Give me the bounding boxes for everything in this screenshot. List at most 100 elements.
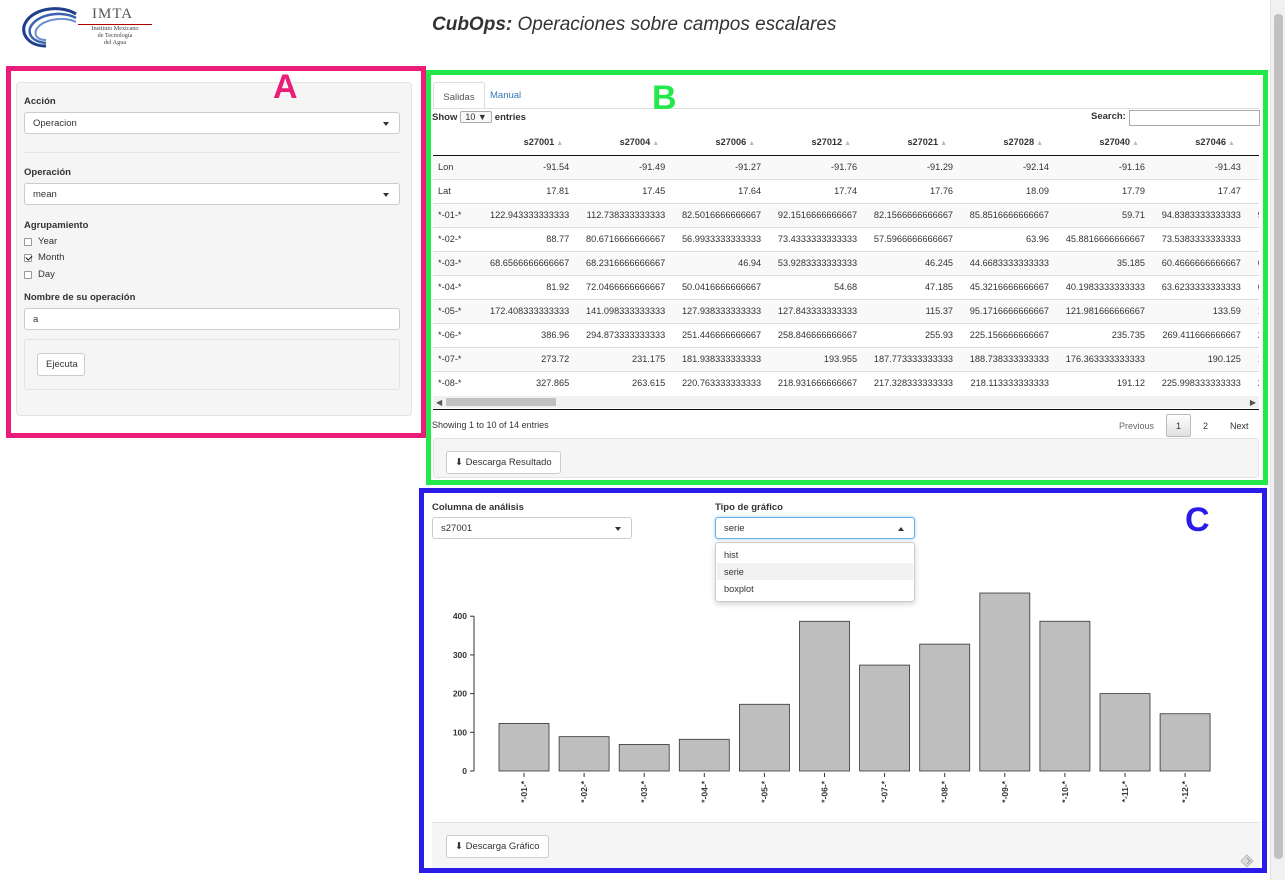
column-header[interactable]: s27046 ▲ <box>1148 130 1245 156</box>
column-header[interactable]: s27001 ▲ <box>477 130 574 156</box>
table-cell: 258.846666666667 <box>765 322 862 347</box>
table-cell: 60.4666666666667 <box>1148 250 1245 275</box>
checkbox-label: Year <box>38 236 58 247</box>
table-cell: -91.54 <box>543 162 570 172</box>
sort-icon[interactable]: ▲ <box>1036 140 1043 147</box>
table-cell: 236.403333333333 <box>1244 370 1259 395</box>
checkbox-icon[interactable] <box>24 270 32 279</box>
scroll-left-icon[interactable]: ◀ <box>436 398 442 407</box>
table-cell: 218.113333333333 <box>957 370 1053 395</box>
operacion-select-value: mean <box>33 189 57 200</box>
nombre-label: Nombre de su operación <box>24 292 136 303</box>
table-cell: 127.938333333333 <box>669 298 766 323</box>
dropdown-option-boxplot[interactable]: boxplot <box>717 580 913 597</box>
table-cell: 273.72 <box>477 346 574 371</box>
table-row: *-05-* 172.408333333333 141.098333333333 12… <box>433 298 1259 323</box>
table-row: *-01-* 122.943333333333 112.738333333333 82… <box>433 202 1259 227</box>
table-cell: 88.77 <box>477 226 574 251</box>
download-icon: ⬇ <box>455 841 463 852</box>
pagination-previous[interactable]: Previous <box>1119 421 1154 431</box>
pagination-next[interactable]: Next <box>1230 421 1249 431</box>
table-cell: 45.8816666666667 <box>1053 226 1149 251</box>
table-info: Showing 1 to 10 of 14 entries <box>432 420 549 430</box>
table-cell: 54.68 <box>765 274 862 299</box>
tab-manual[interactable]: Manual <box>490 90 521 101</box>
table-cell: 80.6716666666667 <box>573 226 670 251</box>
entries-select[interactable]: 10 ▼ <box>460 111 492 123</box>
table-cell: -91.49 <box>639 162 666 172</box>
checkbox-year[interactable]: Year <box>24 236 57 247</box>
dropdown-option-serie[interactable]: serie <box>717 563 913 580</box>
checkbox-month[interactable]: Month <box>24 252 64 263</box>
table-cell: 35.185 <box>1053 250 1149 275</box>
tab-salidas[interactable]: Salidas <box>433 82 485 109</box>
chevron-down-icon <box>383 122 389 126</box>
tipo-select[interactable]: serie <box>715 517 915 539</box>
search-input[interactable] <box>1129 110 1260 126</box>
table-cell: 190.125 <box>1148 346 1245 371</box>
column-header[interactable]: s27004 ▲ <box>573 130 670 156</box>
table-cell: 45.3216666666667 <box>957 274 1053 299</box>
column-header[interactable]: s27021 ▲ <box>861 130 958 156</box>
table-cell: 198.041666666667 <box>1244 346 1259 371</box>
table-cell: 225.156666666667 <box>957 322 1053 347</box>
descarga-resultado-label: Descarga Resultado <box>465 457 552 468</box>
pagination-page-1[interactable]: 1 <box>1166 414 1191 437</box>
sort-icon[interactable]: ▲ <box>844 140 851 147</box>
sort-icon[interactable]: ▲ <box>1228 140 1235 147</box>
checkbox-day[interactable]: Day <box>24 269 55 280</box>
column-header[interactable]: s27006 ▲ <box>669 130 766 156</box>
sort-icon[interactable]: ▲ <box>748 140 755 147</box>
table-cell: 92.1516666666667 <box>765 202 862 227</box>
pagination-page-2[interactable]: 2 <box>1203 421 1208 431</box>
table-cell: 68.2316666666667 <box>573 250 670 275</box>
accion-select[interactable]: Operacion <box>24 112 400 134</box>
tipo-dropdown-menu: hist serie boxplot <box>715 542 915 602</box>
chevron-up-icon <box>898 527 904 531</box>
resize-handle-icon[interactable] <box>1240 854 1254 868</box>
agrupamiento-label: Agrupamiento <box>24 220 89 231</box>
checkbox-icon[interactable] <box>24 237 32 246</box>
checkbox-checked-icon[interactable] <box>24 253 32 262</box>
table-cell: -91.61 <box>1245 155 1259 179</box>
bar <box>1159 713 1211 772</box>
row-label: *-06-* <box>433 322 478 347</box>
nombre-input[interactable]: a <box>24 308 400 330</box>
bar <box>498 723 550 772</box>
columna-select[interactable]: s27001 <box>432 517 632 539</box>
table-cell: 112.738333333333 <box>573 202 670 227</box>
descarga-grafico-button[interactable]: ⬇ Descarga Gráfico <box>446 835 549 858</box>
dropdown-option-hist[interactable]: hist <box>717 546 913 563</box>
descarga-resultado-button[interactable]: ⬇ Descarga Resultado <box>446 451 561 474</box>
sort-icon[interactable]: ▲ <box>556 140 563 147</box>
x-tick-label: *-05-* <box>759 780 769 802</box>
column-header[interactable]: s27012 ▲ <box>765 130 862 156</box>
sort-icon[interactable]: ▲ <box>652 140 659 147</box>
y-tick-label: 100 <box>453 727 467 737</box>
entries-length-control: Show 10 ▼ entries <box>432 111 526 123</box>
column-header-label: s27001 <box>523 137 555 148</box>
page-scrollbar[interactable] <box>1270 0 1285 880</box>
column-header[interactable]: s27028 ▲ <box>957 130 1053 156</box>
scroll-right-icon[interactable]: ▶ <box>1250 398 1256 407</box>
column-header-label: s27046 <box>1195 137 1226 148</box>
table-scrollbar-thumb[interactable] <box>446 398 556 406</box>
sort-icon[interactable]: ▲ <box>1132 140 1139 147</box>
x-tick-label: *-01-* <box>519 780 529 802</box>
sort-icon[interactable]: ▲ <box>940 140 947 147</box>
operacion-select[interactable]: mean <box>24 183 400 205</box>
sidebar-panel: Acción Operacion Operación mean Agrupami… <box>16 82 412 416</box>
table-cell: 81.92 <box>477 274 574 299</box>
column-header[interactable]: s27040 ▲ <box>1053 130 1149 156</box>
operacion-label: Operación <box>24 167 71 178</box>
table-scrollbar[interactable]: ◀ ▶ <box>433 396 1259 408</box>
table-row: *-06-* 386.96 294.873333333333 251.44666666… <box>433 322 1259 347</box>
table-bottom-border <box>433 409 1259 410</box>
column-header-rowname[interactable] <box>433 130 478 156</box>
table-cell: 47.185 <box>861 274 958 299</box>
ejecuta-button[interactable]: Ejecuta <box>37 353 85 376</box>
table-cell: 17.58 <box>1244 178 1259 203</box>
download-result-well: ⬇ Descarga Resultado <box>433 438 1259 478</box>
page-scrollbar-thumb[interactable] <box>1274 14 1283 859</box>
column-header[interactable]: s27053▲ <box>1244 130 1259 156</box>
